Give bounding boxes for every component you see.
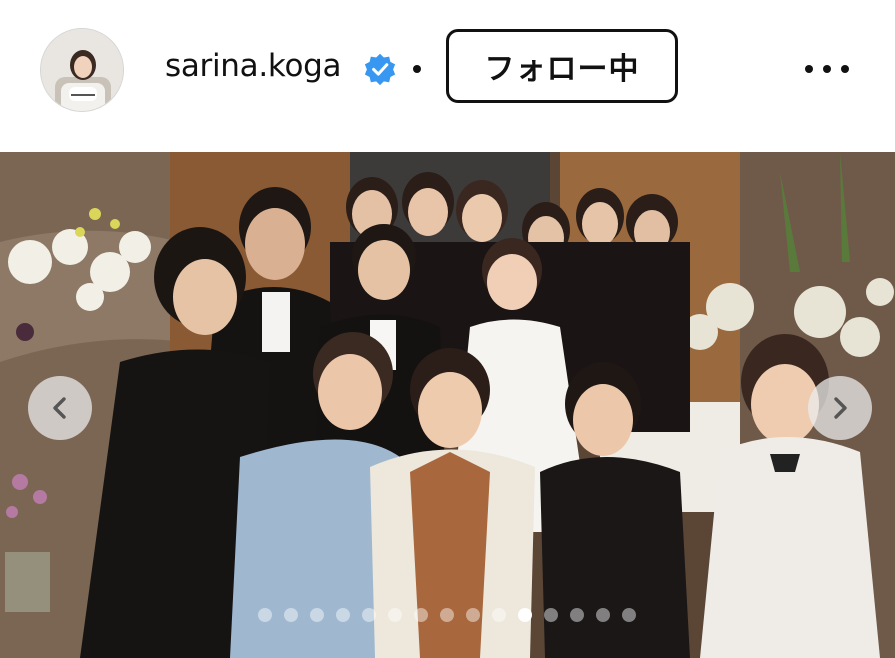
more-dot bbox=[805, 65, 813, 73]
chevron-right-icon bbox=[834, 397, 847, 419]
following-button[interactable]: フォロー中 bbox=[446, 29, 678, 103]
carousel-dot bbox=[362, 608, 376, 622]
post-header: sarina.koga フォロー中 bbox=[0, 0, 895, 152]
carousel-prev-button[interactable] bbox=[28, 376, 92, 440]
carousel-next-button[interactable] bbox=[808, 376, 872, 440]
carousel-dot bbox=[258, 608, 272, 622]
carousel-dot bbox=[622, 608, 636, 622]
verified-badge-icon bbox=[364, 53, 396, 86]
carousel-indicator bbox=[258, 608, 636, 622]
more-horizontal-icon[interactable] bbox=[805, 62, 849, 76]
avatar-image bbox=[41, 29, 123, 111]
carousel-photo[interactable] bbox=[0, 152, 895, 658]
carousel-dot bbox=[310, 608, 324, 622]
carousel-dot bbox=[466, 608, 480, 622]
carousel-dot bbox=[440, 608, 454, 622]
username[interactable]: sarina.koga bbox=[165, 46, 342, 86]
carousel-dot bbox=[518, 608, 532, 622]
carousel-dot bbox=[336, 608, 350, 622]
more-dot bbox=[823, 65, 831, 73]
carousel-dot bbox=[544, 608, 558, 622]
carousel-dot bbox=[492, 608, 506, 622]
separator-dot bbox=[413, 65, 421, 73]
more-dot bbox=[841, 65, 849, 73]
profile-avatar[interactable] bbox=[40, 28, 124, 112]
group-photo-image bbox=[0, 152, 895, 658]
carousel-dot bbox=[414, 608, 428, 622]
carousel-dot bbox=[570, 608, 584, 622]
chevron-left-icon bbox=[53, 397, 66, 419]
carousel-dot bbox=[388, 608, 402, 622]
carousel-dot bbox=[284, 608, 298, 622]
carousel-dot bbox=[596, 608, 610, 622]
